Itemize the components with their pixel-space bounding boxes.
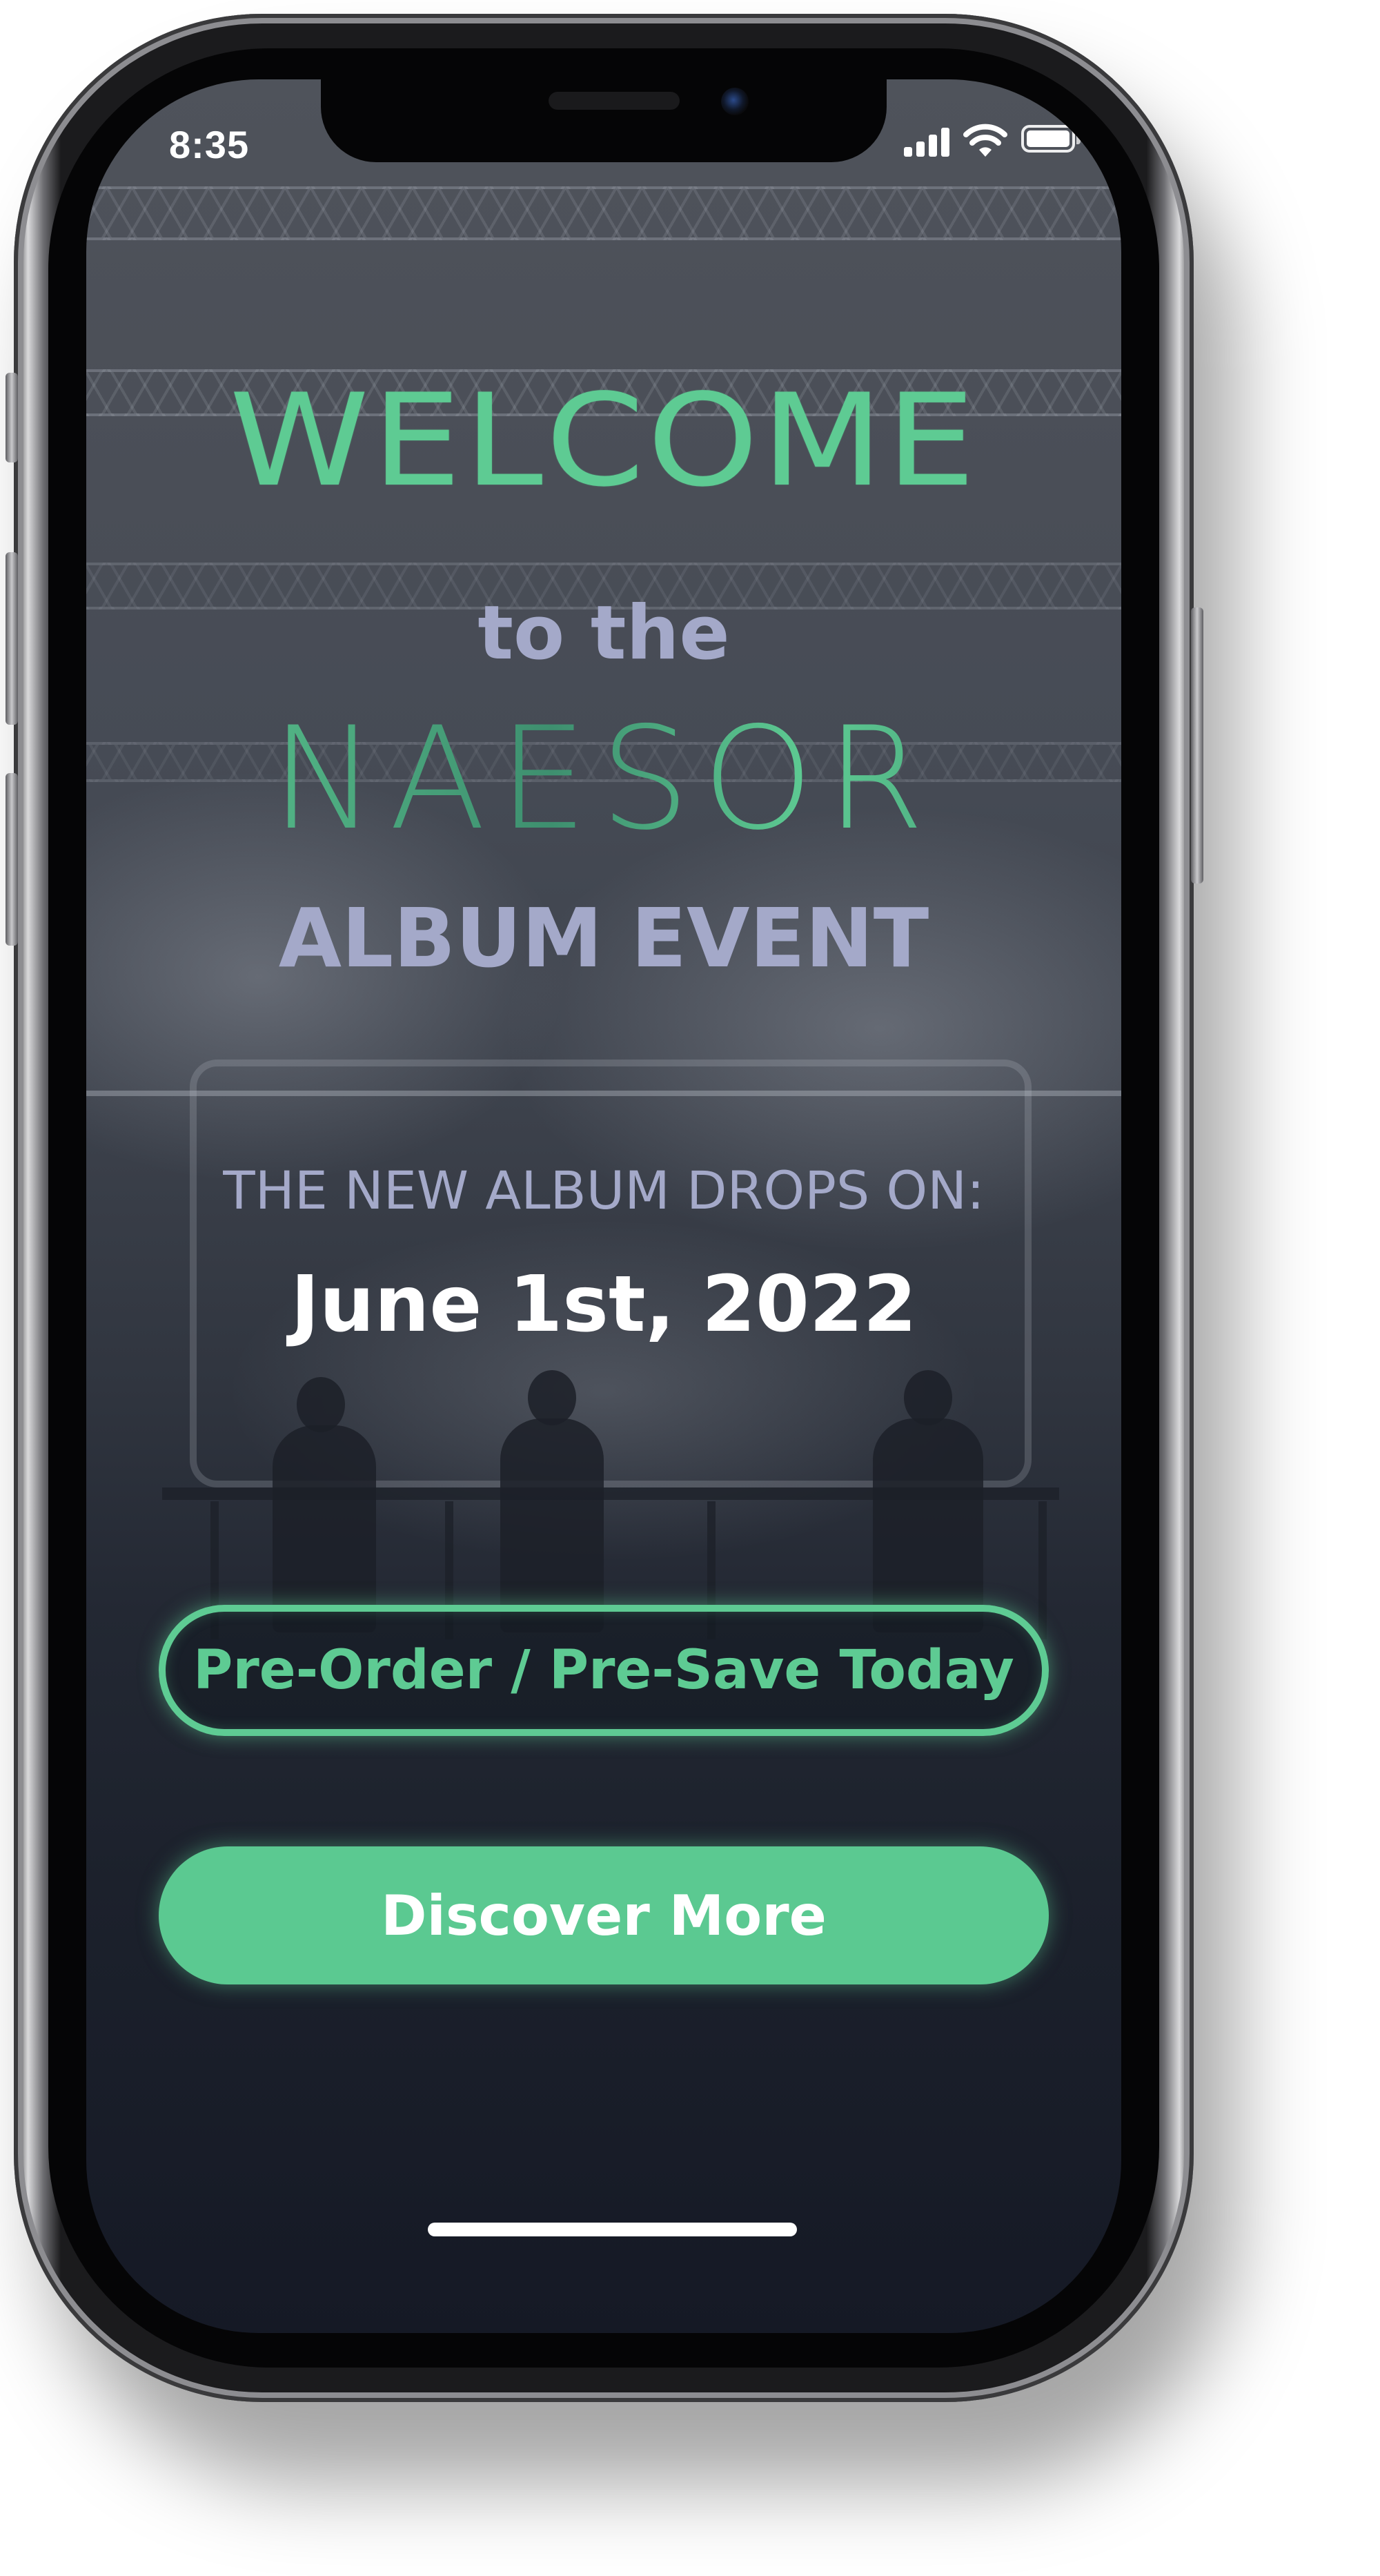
brand-logo: NAESOR xyxy=(86,697,1121,861)
to-the-text: to the xyxy=(477,590,730,676)
keyboard-stand xyxy=(162,1487,1059,1500)
keyboard-stand xyxy=(1038,1501,1047,1639)
volume-down-button xyxy=(6,773,18,946)
power-button xyxy=(1191,607,1203,884)
status-bar: 8:35 xyxy=(86,79,1121,217)
signal-icon xyxy=(904,126,952,157)
notch xyxy=(321,79,887,162)
welcome-heading: WELCOME xyxy=(229,367,978,516)
musician-silhouette xyxy=(297,1377,345,1432)
preorder-button-label: Pre-Order / Pre-Save Today xyxy=(193,1639,1014,1701)
discover-more-button-label: Discover More xyxy=(381,1883,827,1948)
musician-silhouette xyxy=(873,1418,983,1632)
musician-silhouette xyxy=(500,1418,604,1632)
wifi-icon xyxy=(963,124,1007,157)
musician-silhouette xyxy=(273,1425,376,1632)
home-indicator[interactable] xyxy=(428,2223,797,2236)
volume-up-button xyxy=(6,552,18,725)
release-label: THE NEW ALBUM DROPS ON: xyxy=(223,1160,985,1221)
silent-switch xyxy=(6,373,18,462)
preorder-button[interactable]: Pre-Order / Pre-Save Today xyxy=(159,1605,1049,1736)
release-date: June 1st, 2022 xyxy=(290,1260,917,1349)
discover-more-button[interactable]: Discover More xyxy=(159,1846,1049,1984)
musician-silhouette xyxy=(904,1370,952,1425)
front-camera-icon xyxy=(721,88,749,115)
battery-icon xyxy=(1021,125,1081,153)
app-screen: 8:35 WELCOME to the NAESOR ALBUM EVENT T… xyxy=(86,79,1121,2333)
status-time: 8:35 xyxy=(169,123,250,166)
speaker-grille xyxy=(549,92,680,110)
album-event-heading: ALBUM EVENT xyxy=(278,890,929,986)
musician-silhouette xyxy=(528,1370,576,1425)
